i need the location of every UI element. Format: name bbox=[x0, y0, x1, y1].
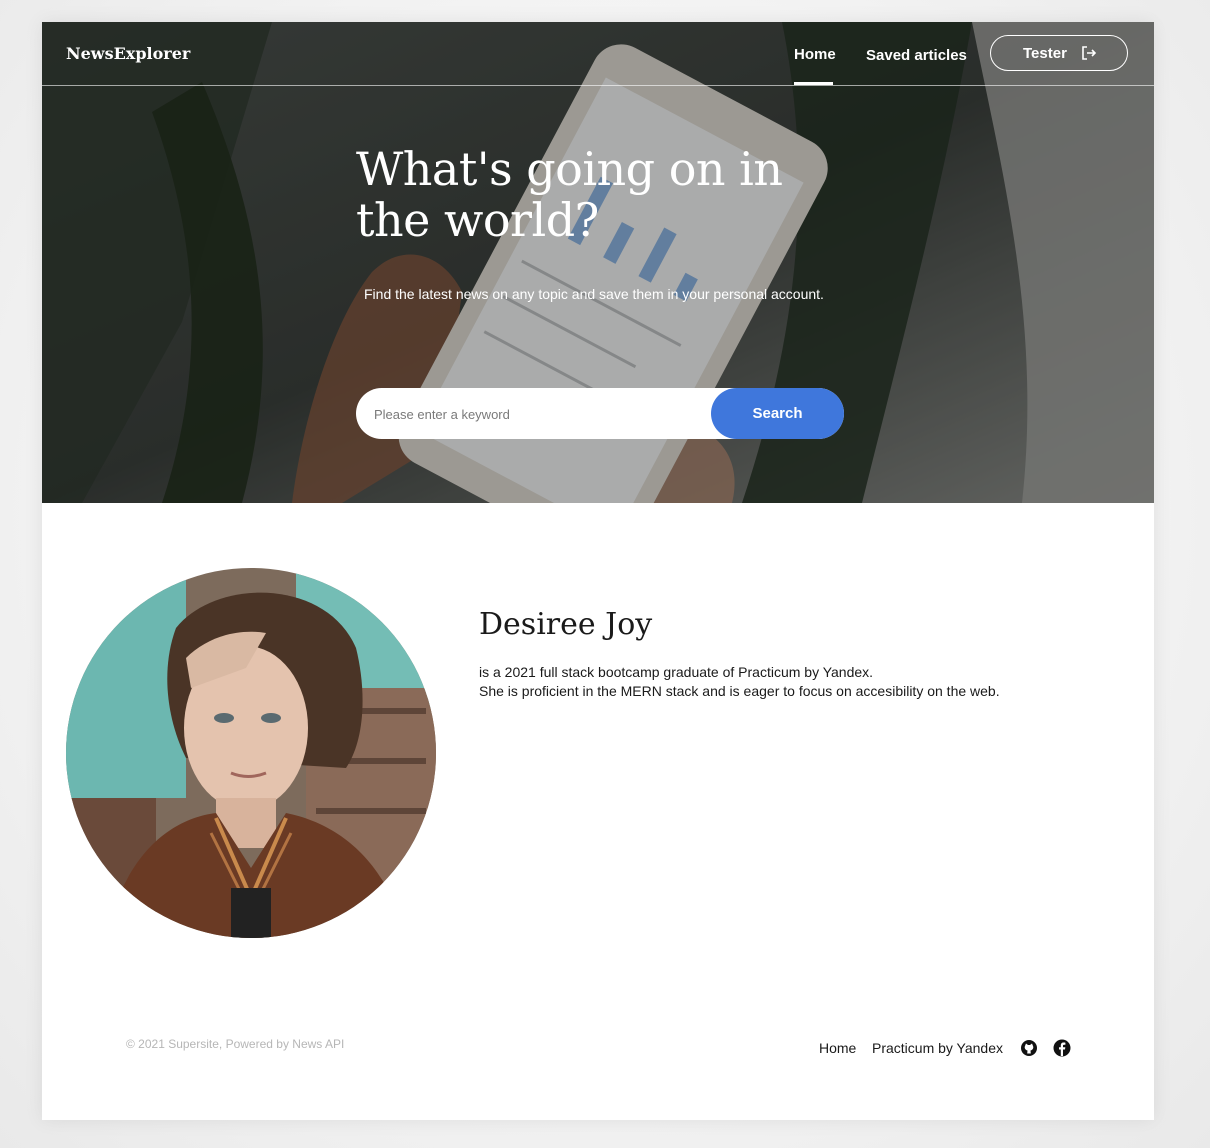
search-button[interactable]: Search bbox=[711, 388, 844, 439]
copyright-text: © 2021 Supersite, Powered by News API bbox=[126, 1037, 345, 1051]
footer-home-link[interactable]: Home bbox=[819, 1040, 856, 1056]
nav-saved-articles-link[interactable]: Saved articles bbox=[866, 47, 967, 64]
author-name: Desiree Joy bbox=[479, 607, 653, 642]
active-nav-indicator bbox=[794, 82, 833, 85]
author-bio-line-2: She is proficient in the MERN stack and … bbox=[479, 683, 1000, 699]
hero-subtitle: Find the latest news on any topic and sa… bbox=[364, 286, 824, 302]
hero-title: What's going on in the world? bbox=[356, 142, 783, 247]
facebook-icon[interactable] bbox=[1053, 1039, 1071, 1062]
site-logo[interactable]: NewsExplorer bbox=[66, 44, 190, 63]
footer-practicum-link[interactable]: Practicum by Yandex bbox=[872, 1040, 1003, 1056]
search-input[interactable] bbox=[372, 403, 706, 425]
page-container: NewsExplorer Home Saved articles Tester … bbox=[42, 22, 1154, 1120]
author-bio-line-1: is a 2021 full stack bootcamp graduate o… bbox=[479, 664, 874, 680]
author-avatar bbox=[66, 568, 436, 938]
nav-home-link[interactable]: Home bbox=[794, 46, 836, 63]
site-header: NewsExplorer Home Saved articles Tester bbox=[42, 22, 1154, 86]
user-logout-button[interactable]: Tester bbox=[990, 35, 1128, 71]
user-name: Tester bbox=[1023, 45, 1067, 62]
github-icon[interactable] bbox=[1020, 1039, 1038, 1062]
logout-icon bbox=[1081, 45, 1097, 65]
search-form: Search bbox=[356, 388, 844, 439]
hero-section: NewsExplorer Home Saved articles Tester … bbox=[42, 22, 1154, 503]
